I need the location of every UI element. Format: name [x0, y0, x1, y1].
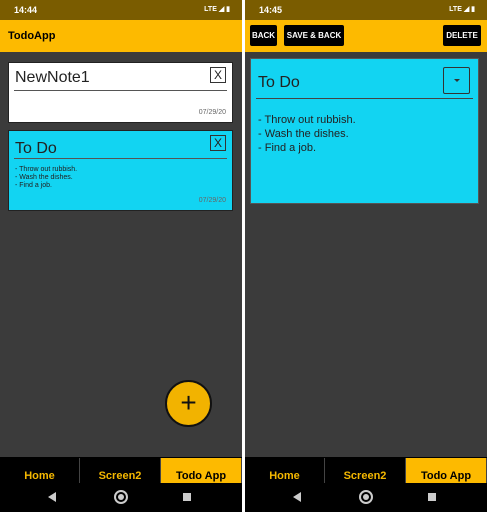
delete-note-button[interactable]: X	[210, 135, 226, 151]
home-icon[interactable]	[114, 490, 128, 504]
add-note-button[interactable]: +	[165, 380, 212, 427]
nav-screen2[interactable]: Screen2	[325, 458, 406, 483]
note-card[interactable]: To Do X - Throw out rubbish. - Wash the …	[8, 130, 233, 211]
bottom-nav: Home Screen2 Todo App	[245, 457, 487, 484]
editor-body[interactable]: - Throw out rubbish. - Wash the dishes. …	[258, 113, 356, 155]
signal-label: LTE	[449, 6, 462, 13]
save-and-back-button[interactable]: SAVE & BACK	[284, 25, 344, 46]
back-icon[interactable]	[48, 492, 56, 502]
bottom-nav: Home Screen2 Todo App	[0, 457, 242, 484]
home-icon[interactable]	[359, 490, 373, 504]
editor-divider	[256, 98, 473, 99]
note-title: NewNote1	[15, 69, 90, 86]
signal-icon: LTE ◢ ▮	[204, 6, 230, 13]
status-bar: 14:45 LTE ◢ ▮	[245, 0, 487, 20]
system-nav	[0, 484, 242, 512]
app-bar: TodoApp	[0, 20, 242, 52]
system-nav	[245, 484, 487, 512]
nav-screen2[interactable]: Screen2	[80, 458, 161, 483]
nav-home[interactable]: Home	[0, 458, 80, 483]
status-bar: 14:44 LTE ◢ ▮	[0, 0, 242, 20]
note-date: 07/29/20	[198, 197, 226, 204]
note-date: 07/29/20	[198, 109, 226, 116]
right-screen: 14:45 LTE ◢ ▮ BACK SAVE & BACK DELETE To…	[245, 0, 487, 512]
status-time: 14:44	[14, 5, 38, 15]
note-editor: To Do - Throw out rubbish. - Wash the di…	[250, 58, 479, 204]
note-card[interactable]: NewNote1 X 07/29/20	[8, 62, 233, 123]
nav-todo-app[interactable]: Todo App	[406, 458, 487, 483]
note-title: To Do	[15, 140, 57, 157]
app-title: TodoApp	[8, 30, 56, 42]
color-dropdown-button[interactable]	[443, 67, 470, 94]
delete-note-button[interactable]: X	[210, 67, 226, 83]
editor-title[interactable]: To Do	[258, 74, 300, 92]
delete-button[interactable]: DELETE	[443, 25, 481, 46]
note-body: - Throw out rubbish. - Wash the dishes. …	[15, 166, 78, 189]
left-screen: 14:44 LTE ◢ ▮ TodoApp NewNote1 X 07/29/2…	[0, 0, 242, 512]
app-bar: BACK SAVE & BACK DELETE	[245, 20, 487, 52]
note-divider	[14, 158, 227, 159]
status-time: 14:45	[259, 5, 283, 15]
recent-apps-icon[interactable]	[183, 493, 191, 501]
signal-icon: LTE ◢ ▮	[449, 6, 475, 13]
signal-label: LTE	[204, 6, 217, 13]
back-icon[interactable]	[293, 492, 301, 502]
nav-home[interactable]: Home	[245, 458, 325, 483]
note-divider	[14, 90, 227, 91]
back-button[interactable]: BACK	[250, 25, 277, 46]
recent-apps-icon[interactable]	[428, 493, 436, 501]
nav-todo-app[interactable]: Todo App	[161, 458, 242, 483]
